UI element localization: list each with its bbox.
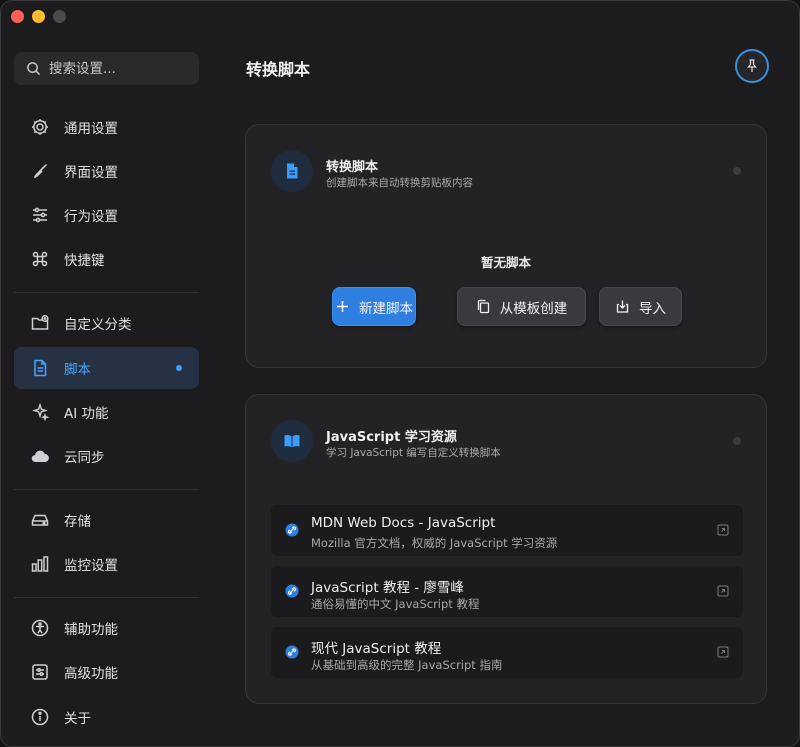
brush-icon bbox=[33, 163, 48, 179]
sidebar-item-label: 行为设置 bbox=[64, 209, 118, 225]
resource-title: JavaScript 教程 - 廖雪峰 bbox=[311, 580, 464, 596]
link-icon bbox=[285, 523, 299, 537]
sidebar-item-interface[interactable]: 界面设置 bbox=[14, 150, 199, 192]
card-icon-circle bbox=[271, 150, 313, 192]
card-title: JavaScript 学习资源 bbox=[326, 430, 457, 445]
sidebar-item-label: 高级功能 bbox=[64, 666, 118, 682]
search-input[interactable] bbox=[49, 60, 189, 77]
sidebar-item-label: 快捷键 bbox=[64, 253, 105, 269]
import-button[interactable]: 导入 bbox=[599, 287, 682, 326]
sidebar-item-label: 界面设置 bbox=[64, 165, 118, 181]
new-script-button[interactable]: 新建脚本 bbox=[332, 287, 416, 326]
sidebar-item-shortcuts[interactable]: 快捷键 bbox=[14, 238, 199, 280]
status-dot bbox=[733, 167, 741, 175]
advanced-icon bbox=[32, 664, 48, 680]
sidebar-divider bbox=[14, 292, 199, 293]
resource-title: 现代 JavaScript 教程 bbox=[311, 641, 442, 657]
sidebar-item-label: 脚本 bbox=[64, 362, 91, 378]
document-icon bbox=[287, 163, 298, 179]
card-subtitle: 学习 JavaScript 编写自定义转换脚本 bbox=[326, 447, 501, 459]
card-subtitle: 创建脚本来自动转换剪贴板内容 bbox=[326, 177, 473, 189]
sidebar-item-label: 辅助功能 bbox=[64, 622, 118, 638]
sidebar-item-custom-category[interactable]: 自定义分类 bbox=[14, 302, 199, 344]
page-title: 转换脚本 bbox=[246, 60, 311, 79]
status-dot bbox=[733, 437, 741, 445]
book-icon bbox=[284, 435, 300, 448]
sidebar-item-ai[interactable]: AI 功能 bbox=[14, 391, 199, 433]
external-link-icon[interactable] bbox=[717, 646, 729, 658]
sidebar-item-accessibility[interactable]: 辅助功能 bbox=[14, 607, 199, 649]
command-icon bbox=[32, 251, 48, 267]
sidebar-item-about[interactable]: 关于 bbox=[14, 696, 199, 738]
sidebar-item-label: 关于 bbox=[64, 711, 91, 727]
sidebar-item-behavior[interactable]: 行为设置 bbox=[14, 194, 199, 236]
link-icon bbox=[285, 645, 299, 659]
sidebar-item-label: 存储 bbox=[64, 514, 91, 530]
active-indicator-dot bbox=[176, 365, 182, 371]
drive-icon bbox=[31, 514, 49, 526]
sidebar-divider bbox=[14, 597, 199, 598]
gear-icon bbox=[32, 119, 48, 135]
import-label: 导入 bbox=[639, 300, 666, 317]
resource-link-modern-js[interactable]: 现代 JavaScript 教程 从基础到高级的完整 JavaScript 指南 bbox=[271, 627, 743, 678]
settings-window: 通用设置 界面设置 行为设置 快捷键 自定义分类 脚本 AI 功能 bbox=[0, 0, 800, 747]
sidebar-item-advanced[interactable]: 高级功能 bbox=[14, 651, 199, 693]
folder-add-icon bbox=[31, 314, 49, 330]
sidebar-item-label: 自定义分类 bbox=[64, 317, 132, 333]
new-script-label: 新建脚本 bbox=[359, 300, 413, 317]
search-icon bbox=[27, 62, 41, 76]
resource-subtitle: Mozilla 官方文档，权威的 JavaScript 学习资源 bbox=[311, 536, 558, 550]
info-icon bbox=[31, 708, 49, 726]
card-icon-circle bbox=[271, 420, 313, 462]
sidebar-item-label: 监控设置 bbox=[64, 558, 118, 574]
sidebar-item-general[interactable]: 通用设置 bbox=[14, 106, 199, 148]
sidebar: 通用设置 界面设置 行为设置 快捷键 自定义分类 脚本 AI 功能 bbox=[1, 1, 211, 746]
resource-title: MDN Web Docs - JavaScript bbox=[311, 515, 496, 531]
bars-icon bbox=[31, 556, 49, 572]
sidebar-item-label: AI 功能 bbox=[64, 406, 109, 422]
pin-button[interactable] bbox=[735, 49, 769, 83]
from-template-button[interactable]: 从模板创建 bbox=[457, 287, 586, 326]
resource-subtitle: 从基础到高级的完整 JavaScript 指南 bbox=[311, 658, 503, 672]
sidebar-item-label: 通用设置 bbox=[64, 121, 118, 137]
card-title: 转换脚本 bbox=[326, 160, 379, 175]
sliders-icon bbox=[33, 207, 47, 223]
search-box[interactable] bbox=[14, 52, 199, 85]
accessibility-icon bbox=[31, 619, 49, 637]
resource-subtitle: 通俗易懂的中文 JavaScript 教程 bbox=[311, 597, 480, 611]
resource-link-liaoxuefeng[interactable]: JavaScript 教程 - 廖雪峰 通俗易懂的中文 JavaScript 教… bbox=[271, 566, 743, 617]
sparkles-icon bbox=[32, 402, 50, 422]
resources-card: JavaScript 学习资源 学习 JavaScript 编写自定义转换脚本 … bbox=[245, 394, 767, 704]
sidebar-item-storage[interactable]: 存储 bbox=[14, 499, 199, 541]
resource-link-mdn[interactable]: MDN Web Docs - JavaScript Mozilla 官方文档，权… bbox=[271, 505, 743, 556]
sidebar-item-monitor[interactable]: 监控设置 bbox=[14, 543, 199, 585]
template-copy-icon bbox=[477, 299, 489, 314]
from-template-label: 从模板创建 bbox=[499, 300, 568, 317]
external-link-icon[interactable] bbox=[717, 585, 729, 597]
sidebar-item-cloud-sync[interactable]: 云同步 bbox=[14, 435, 199, 477]
cloud-icon bbox=[31, 450, 49, 463]
sidebar-item-label: 云同步 bbox=[64, 450, 105, 466]
plus-icon bbox=[337, 301, 348, 312]
import-icon bbox=[616, 300, 629, 313]
empty-state-label: 暂无脚本 bbox=[480, 255, 531, 270]
sidebar-item-scripts[interactable]: 脚本 bbox=[14, 347, 199, 389]
pin-icon bbox=[747, 59, 757, 72]
link-icon bbox=[285, 584, 299, 598]
scripts-card: 转换脚本 创建脚本来自动转换剪贴板内容 暂无脚本 新建脚本 从模板创建 导入 bbox=[245, 124, 767, 368]
document-icon bbox=[34, 359, 47, 377]
sidebar-divider bbox=[14, 489, 199, 490]
external-link-icon[interactable] bbox=[717, 524, 729, 536]
